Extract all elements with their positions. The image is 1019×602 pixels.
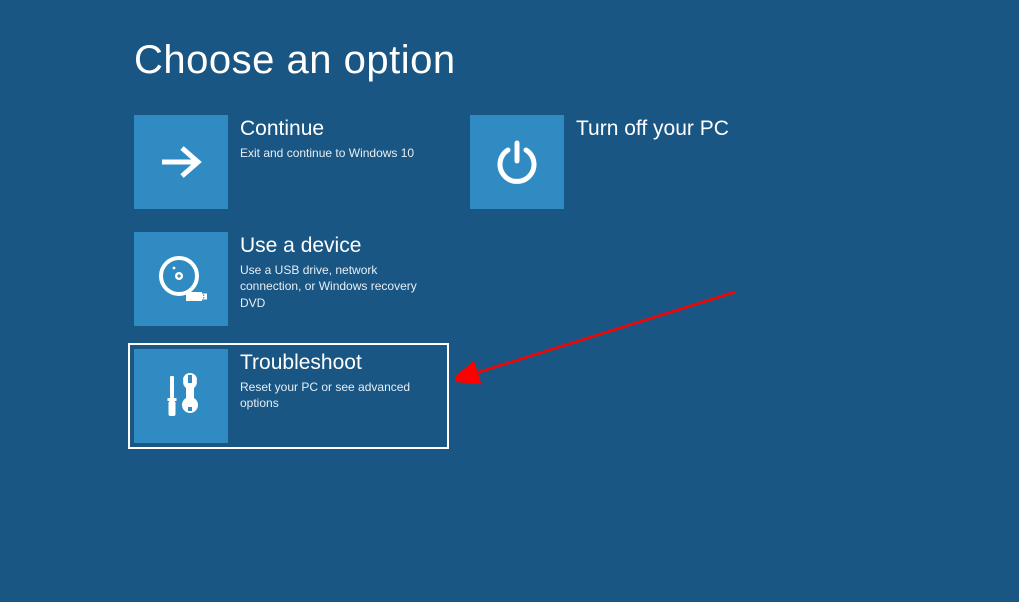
turnoff-title: Turn off your PC	[576, 117, 764, 141]
disc-usb-icon	[134, 232, 228, 326]
annotation-arrow-icon	[455, 286, 755, 406]
use-device-tile[interactable]: Use a device Use a USB drive, network co…	[134, 232, 438, 326]
arrow-right-icon	[134, 115, 228, 209]
continue-desc: Exit and continue to Windows 10	[240, 145, 428, 161]
continue-title: Continue	[240, 117, 428, 141]
troubleshoot-tile[interactable]: Troubleshoot Reset your PC or see advanc…	[128, 343, 449, 449]
tools-icon	[134, 349, 228, 443]
use-device-desc: Use a USB drive, network connection, or …	[240, 262, 428, 311]
turnoff-tile[interactable]: Turn off your PC	[470, 115, 774, 209]
troubleshoot-title: Troubleshoot	[240, 351, 428, 375]
power-icon	[470, 115, 564, 209]
continue-tile[interactable]: Continue Exit and continue to Windows 10	[134, 115, 438, 209]
use-device-title: Use a device	[240, 234, 428, 258]
page-title: Choose an option	[134, 38, 1019, 83]
troubleshoot-desc: Reset your PC or see advanced options	[240, 379, 428, 411]
